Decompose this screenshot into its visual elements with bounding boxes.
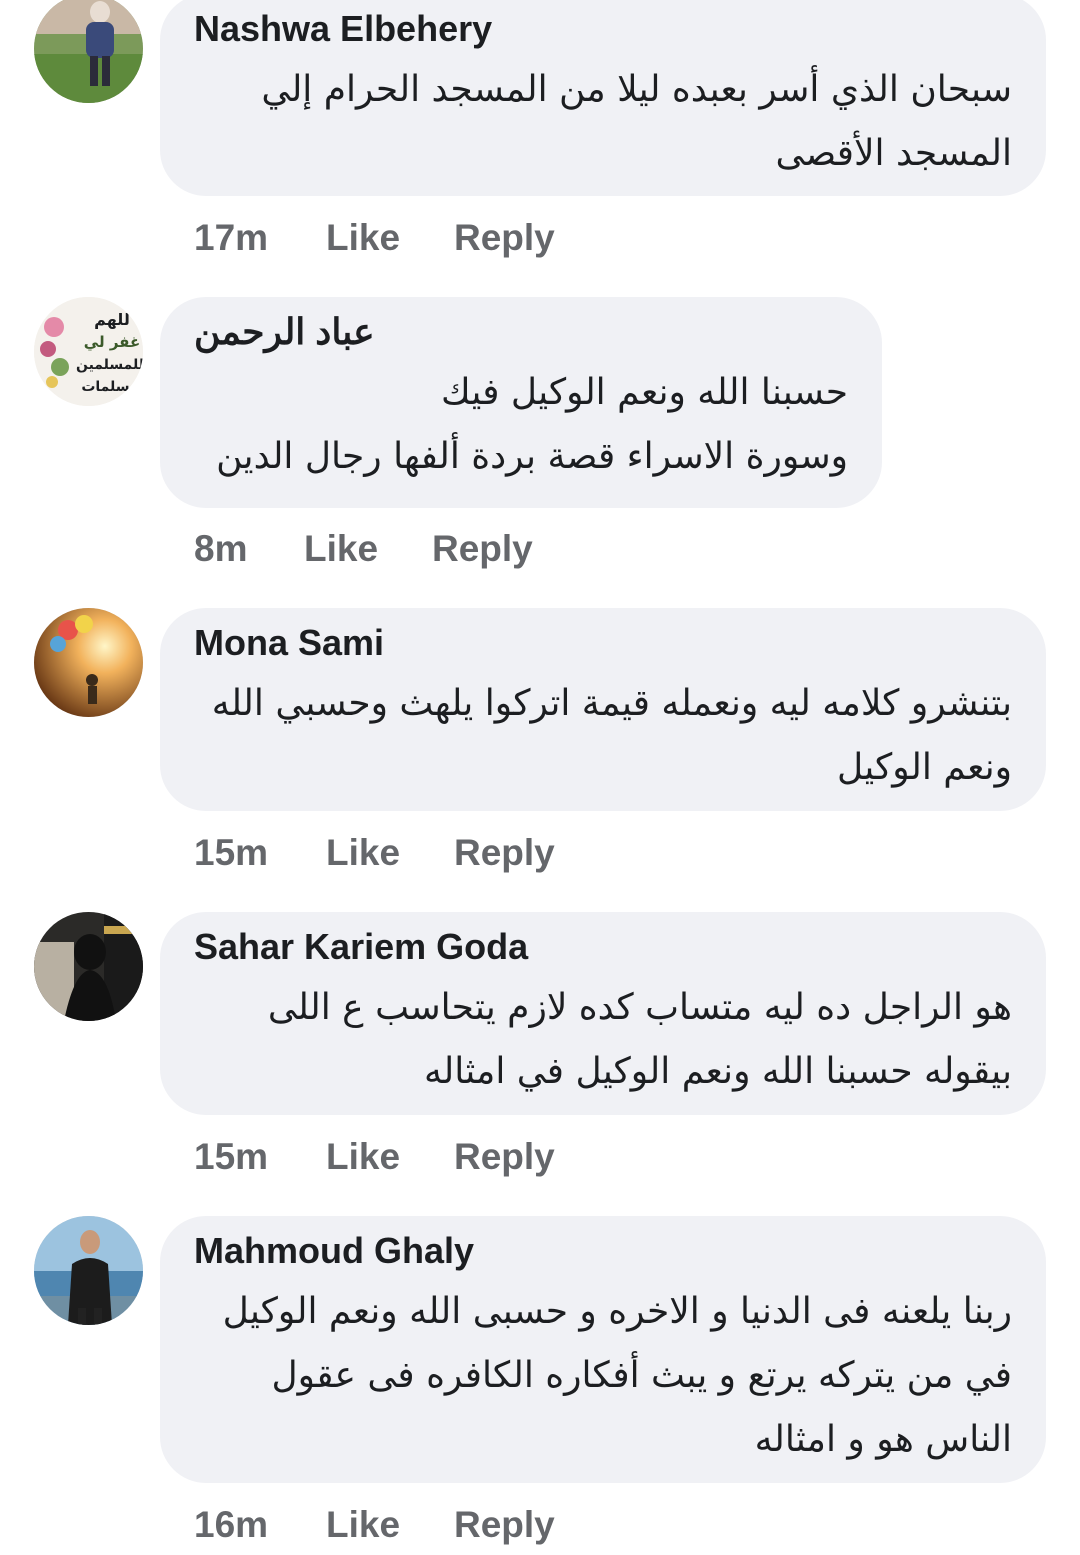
like-button[interactable]: Like bbox=[326, 1136, 454, 1178]
avatar[interactable] bbox=[34, 0, 143, 103]
comment-timestamp[interactable]: 17m bbox=[194, 217, 326, 259]
reply-button[interactable]: Reply bbox=[454, 1136, 555, 1178]
svg-text:للهم: للهم bbox=[94, 310, 130, 329]
comment-text: بتنشرو كلامه ليه ونعمله قيمة اتركوا يلهث… bbox=[211, 683, 1012, 788]
comment-actions: 8m Like Reply bbox=[194, 524, 533, 574]
avatar[interactable] bbox=[34, 912, 143, 1021]
like-button[interactable]: Like bbox=[326, 1504, 454, 1546]
avatar[interactable] bbox=[34, 1216, 143, 1325]
comment-timestamp[interactable]: 8m bbox=[194, 528, 304, 570]
comment-author[interactable]: Mona Sami bbox=[194, 622, 1012, 664]
comment-timestamp[interactable]: 15m bbox=[194, 1136, 326, 1178]
comment-timestamp[interactable]: 16m bbox=[194, 1504, 326, 1546]
avatar[interactable] bbox=[34, 608, 143, 717]
like-button[interactable]: Like bbox=[326, 832, 454, 874]
comment-bubble: عباد الرحمن حسبنا الله ونعم الوكيل فيك و… bbox=[160, 297, 882, 508]
svg-text:للمسلمين: للمسلمين bbox=[76, 357, 143, 373]
comment-actions: 16m Like Reply bbox=[194, 1500, 555, 1550]
avatar[interactable]: للهم غفر لي للمسلمين مسلمات bbox=[34, 297, 143, 406]
comment-text: سبحان الذي أسر بعبده ليلا من المسجد الحر… bbox=[261, 69, 1012, 174]
comment-bubble: Sahar Kariem Goda هو الراجل ده ليه متساب… bbox=[160, 912, 1046, 1115]
like-button[interactable]: Like bbox=[326, 217, 454, 259]
comment-text: ربنا يلعنه فى الدنيا و الاخره و حسبى الل… bbox=[222, 1291, 1012, 1460]
comment-text: حسبنا الله ونعم الوكيل فيك وسورة الاسراء… bbox=[216, 372, 848, 477]
svg-text:مسلمات: مسلمات bbox=[81, 379, 138, 395]
svg-text:غفر لي: غفر لي bbox=[84, 333, 140, 351]
reply-button[interactable]: Reply bbox=[454, 217, 555, 259]
comment-timestamp[interactable]: 15m bbox=[194, 832, 326, 874]
comment-actions: 17m Like Reply bbox=[194, 213, 555, 263]
reply-button[interactable]: Reply bbox=[432, 528, 533, 570]
comment-actions: 15m Like Reply bbox=[194, 1132, 555, 1182]
comment-author[interactable]: Mahmoud Ghaly bbox=[194, 1230, 1012, 1272]
comment-author[interactable]: Sahar Kariem Goda bbox=[194, 926, 1012, 968]
comment-author[interactable]: Nashwa Elbehery bbox=[194, 8, 1012, 50]
comment-text: هو الراجل ده ليه متساب كده لازم يتحاسب ع… bbox=[267, 987, 1012, 1092]
reply-button[interactable]: Reply bbox=[454, 832, 555, 874]
comment-author[interactable]: عباد الرحمن bbox=[194, 311, 848, 353]
comment-bubble: Mona Sami بتنشرو كلامه ليه ونعمله قيمة ا… bbox=[160, 608, 1046, 811]
comment-actions: 15m Like Reply bbox=[194, 828, 555, 878]
comment-bubble: Mahmoud Ghaly ربنا يلعنه فى الدنيا و الا… bbox=[160, 1216, 1046, 1483]
reply-button[interactable]: Reply bbox=[454, 1504, 555, 1546]
like-button[interactable]: Like bbox=[304, 528, 432, 570]
comment-bubble: Nashwa Elbehery سبحان الذي أسر بعبده ليل… bbox=[160, 0, 1046, 196]
